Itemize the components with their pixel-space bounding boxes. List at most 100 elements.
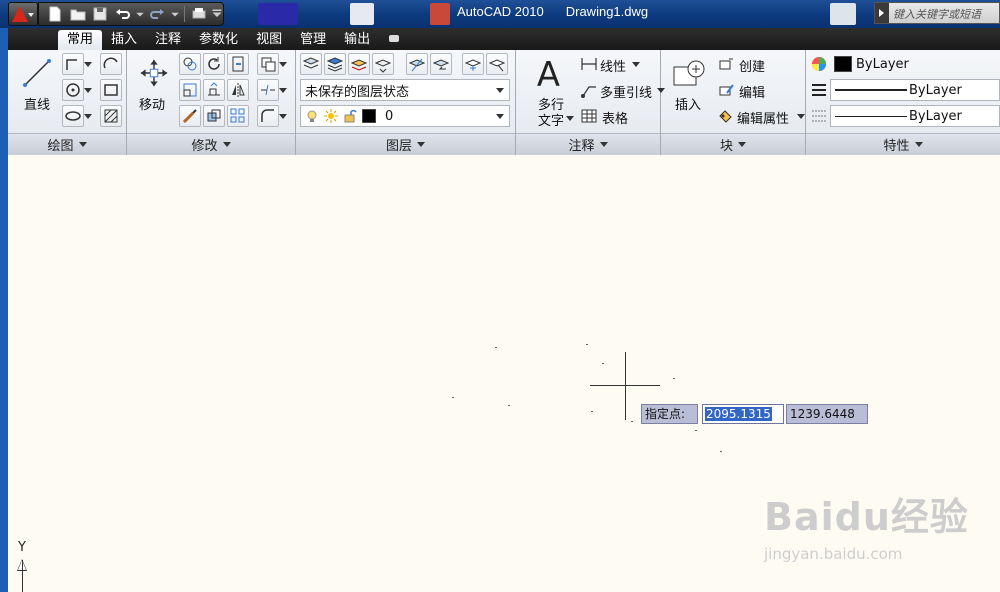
mirror-icon[interactable]: [227, 79, 249, 101]
app-title: AutoCAD 2010: [457, 4, 544, 19]
line-icon[interactable]: [20, 56, 54, 90]
background-window-thumb: [830, 3, 856, 25]
insert-label[interactable]: 插入: [675, 94, 701, 113]
color-dropdown[interactable]: ByLayer: [830, 53, 1000, 75]
layer-off-icon[interactable]: [486, 53, 508, 75]
layer-state-dropdown[interactable]: 未保存的图层状态: [300, 79, 510, 101]
chevron-down-icon[interactable]: [797, 114, 805, 119]
dropdown-icon[interactable]: [279, 53, 287, 75]
line-button-label[interactable]: 直线: [24, 94, 50, 113]
chevron-down-icon[interactable]: [632, 62, 640, 67]
mtext-icon[interactable]: A: [532, 54, 568, 92]
search-input[interactable]: 键入关键字或短语: [874, 2, 1000, 24]
layer-previous-icon[interactable]: [430, 53, 452, 75]
move-button-label[interactable]: 移动: [139, 94, 165, 113]
chevron-down-icon: [417, 142, 425, 147]
arc-icon[interactable]: [100, 53, 122, 75]
ribbon-minimize-button[interactable]: [379, 30, 409, 50]
ellipse-icon[interactable]: [62, 105, 84, 127]
layer-state-icon[interactable]: [324, 53, 346, 75]
stretch-icon[interactable]: [203, 79, 225, 101]
block-panel-title: 块: [719, 139, 733, 154]
lineweight-dropdown[interactable]: ByLayer: [830, 105, 1000, 127]
layer-dropdown[interactable]: 0: [300, 105, 510, 127]
rectangle-icon[interactable]: [100, 79, 122, 101]
rotate-icon[interactable]: [203, 53, 225, 75]
layers-panel-footer[interactable]: 图层: [296, 133, 515, 155]
linetype-icon[interactable]: [808, 79, 830, 101]
tab-manage[interactable]: 管理: [291, 30, 335, 50]
tab-view[interactable]: 视图: [247, 30, 291, 50]
draw-panel-footer[interactable]: 绘图: [8, 133, 126, 155]
dropdown-icon[interactable]: [279, 105, 287, 127]
table-icon[interactable]: [578, 105, 600, 127]
block-panel-footer[interactable]: 块: [661, 133, 805, 155]
matchprop-icon[interactable]: [179, 105, 201, 127]
customize-qat-icon[interactable]: [211, 5, 223, 23]
layer-freeze-icon[interactable]: [462, 53, 484, 75]
open-icon[interactable]: [68, 5, 89, 23]
redo-dropdown-icon[interactable]: [170, 5, 180, 23]
edit-label[interactable]: 编辑: [739, 82, 765, 101]
edit-block-icon[interactable]: [715, 79, 737, 101]
tab-insert[interactable]: 插入: [102, 30, 146, 50]
undo-icon[interactable]: [113, 5, 134, 23]
offset-icon[interactable]: [257, 105, 279, 127]
dropdown-icon[interactable]: [84, 79, 92, 101]
expand-arrow-icon[interactable]: [875, 3, 889, 23]
title-bar: AutoCAD 2010 Drawing1.dwg 键入关键字或短语: [0, 0, 1000, 28]
color-wheel-icon[interactable]: [808, 53, 830, 75]
tab-annotate[interactable]: 注释: [146, 30, 190, 50]
array-3d-icon[interactable]: [203, 105, 225, 127]
dropdown-icon[interactable]: [84, 53, 92, 75]
polyline-icon[interactable]: [62, 53, 84, 75]
linear-dimension-label[interactable]: 线性: [600, 56, 626, 75]
layer-walk-icon[interactable]: [372, 53, 394, 75]
array-icon[interactable]: [227, 105, 249, 127]
edit-attribute-icon[interactable]: [715, 105, 737, 127]
hatch-icon[interactable]: [100, 105, 122, 127]
tab-home[interactable]: 常用: [58, 30, 103, 50]
copy-icon[interactable]: [179, 53, 201, 75]
save-icon[interactable]: [90, 5, 111, 23]
table-label[interactable]: 表格: [602, 108, 628, 127]
scale-icon[interactable]: [179, 79, 201, 101]
application-menu-button[interactable]: [8, 2, 38, 26]
move-icon[interactable]: [137, 56, 171, 90]
annotation-panel-footer[interactable]: 注释: [516, 133, 660, 155]
redo-icon[interactable]: [147, 5, 168, 23]
lineweight-icon[interactable]: [808, 105, 830, 127]
chevron-down-icon: [496, 114, 504, 119]
dropdown-icon[interactable]: [279, 79, 287, 101]
circle-icon[interactable]: [62, 79, 84, 101]
properties-panel-footer[interactable]: 特性: [806, 133, 1000, 155]
plot-icon[interactable]: [189, 5, 210, 23]
tab-output[interactable]: 输出: [335, 30, 379, 50]
edit-attribute-label[interactable]: 编辑属性: [737, 108, 789, 127]
dropdown-icon[interactable]: [84, 105, 92, 127]
trim-icon[interactable]: [227, 53, 249, 75]
mleader-label[interactable]: 多重引线: [600, 82, 652, 101]
create-label[interactable]: 创建: [739, 56, 765, 75]
erase-icon[interactable]: [257, 53, 279, 75]
linear-dimension-icon[interactable]: [578, 53, 600, 75]
coordinate-x-input[interactable]: 2095.1315: [702, 404, 784, 424]
tab-parametric[interactable]: 参数化: [190, 30, 247, 50]
undo-dropdown-icon[interactable]: [135, 5, 145, 23]
background-window-thumb: [430, 3, 450, 25]
fillet-icon[interactable]: [257, 79, 279, 101]
sun-icon: [324, 109, 338, 123]
layer-match-icon[interactable]: [406, 53, 428, 75]
modify-panel-footer[interactable]: 修改: [127, 133, 295, 155]
layer-properties-icon[interactable]: [300, 53, 322, 75]
new-icon[interactable]: [45, 5, 66, 23]
annotation-panel-title: 注释: [568, 139, 595, 154]
chevron-down-icon[interactable]: [566, 116, 574, 121]
linetype-dropdown[interactable]: ByLayer: [830, 79, 1000, 101]
coordinate-y-input[interactable]: 1239.6448: [786, 404, 868, 424]
insert-block-icon[interactable]: [671, 56, 707, 90]
create-block-icon[interactable]: [715, 53, 737, 75]
mtext-label-2[interactable]: 文字: [538, 110, 564, 129]
mleader-icon[interactable]: [578, 79, 600, 101]
layer-isolate-icon[interactable]: [348, 53, 370, 75]
